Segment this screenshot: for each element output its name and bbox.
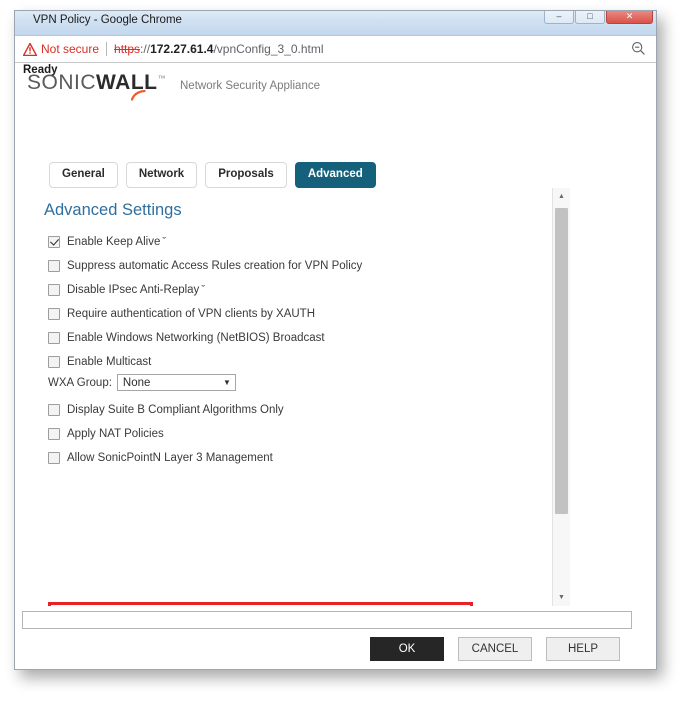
checkbox-sonicpointn-layer3[interactable] [48,452,60,464]
management-highlight-box [48,602,473,606]
vertical-scrollbar[interactable]: ▲ ▼ [552,188,570,606]
close-icon: ✕ [625,11,634,21]
scroll-up-arrow-icon[interactable]: ▲ [553,188,570,205]
url-separator: :// [140,42,151,56]
checkbox-enable-multicast[interactable] [48,356,60,368]
checkbox-netbios-broadcast[interactable] [48,332,60,344]
logo-swoosh-icon [130,83,146,101]
brand-row: SONICWALL™ Network Security Appliance [27,71,320,101]
checkbox-apply-nat-policies[interactable] [48,428,60,440]
checkbox-row-enable-keep-alive[interactable]: Enable Keep Alive ˇ [48,236,166,248]
scrollbar-thumb[interactable] [555,208,568,514]
checkbox-row-suite-b[interactable]: Display Suite B Compliant Algorithms Onl… [48,404,284,416]
checkbox-row-sonicpointn-layer3[interactable]: Allow SonicPointN Layer 3 Management [48,452,273,464]
cancel-button[interactable]: CANCEL [458,637,532,661]
checkbox-label-suite-b: Display Suite B Compliant Algorithms Onl… [67,404,284,416]
tab-network[interactable]: Network [125,162,198,188]
checkbox-label-suppress-access-rules: Suppress automatic Access Rules creation… [67,260,363,272]
help-button[interactable]: HELP [546,637,620,661]
url-divider [106,42,108,56]
ok-button[interactable]: OK [370,637,444,661]
checkbox-row-apply-nat-policies[interactable]: Apply NAT Policies [48,428,164,440]
minimize-button[interactable]: – [544,11,574,24]
logo-text-wall: WALL [96,71,158,94]
wxa-group-value: None [122,376,151,389]
page-title: Advanced Settings [44,201,182,219]
brand-subtitle: Network Security Appliance [180,80,320,92]
settings-scroll-pane: Advanced Settings Enable Keep Alive ˇ Su… [15,188,644,606]
url-text[interactable]: https://172.27.61.4/vpnConfig_3_0.html [114,42,324,56]
window-title: VPN Policy - Google Chrome [33,14,182,26]
checkbox-disable-ipsec-anti-replay[interactable] [48,284,60,296]
checkbox-label-require-xauth: Require authentication of VPN clients by… [67,308,316,320]
status-bar [22,611,632,629]
logo-trademark: ™ [157,74,166,83]
checkbox-enable-keep-alive[interactable] [48,236,60,248]
dialog-actions: OK CANCEL HELP [370,637,620,661]
url-host: 172.27.61.4 [150,42,214,56]
settings-form: Advanced Settings Enable Keep Alive ˇ Su… [15,188,536,606]
wxa-group-label: WXA Group: [48,376,112,389]
scroll-down-arrow-icon[interactable]: ▼ [553,589,570,606]
wxa-group-select[interactable]: None ▼ [116,374,236,391]
checkbox-row-require-xauth[interactable]: Require authentication of VPN clients by… [48,308,315,320]
browser-window: VPN Policy - Google Chrome – □ ✕ Not sec… [14,10,657,670]
superscript-marker-2: ˇ [201,284,205,296]
window-controls: – □ ✕ [544,11,653,24]
checkbox-label-netbios-broadcast: Enable Windows Networking (NetBIOS) Broa… [67,332,325,344]
chevron-down-icon: ▼ [223,378,231,387]
warning-triangle-icon [23,42,37,56]
checkbox-row-netbios-broadcast[interactable]: Enable Windows Networking (NetBIOS) Broa… [48,332,325,344]
wxa-group-row: WXA Group: None ▼ [48,374,236,391]
minimize-icon: – [556,11,562,21]
checkbox-label-enable-multicast: Enable Multicast [67,356,152,368]
checkbox-label-enable-keep-alive: Enable Keep Alive [67,236,161,248]
maximize-button[interactable]: □ [575,11,605,24]
checkbox-label-disable-ipsec-anti-replay: Disable IPsec Anti-Replay [67,284,200,296]
tab-general[interactable]: General [49,162,118,188]
checkbox-label-sonicpointn-layer3: Allow SonicPointN Layer 3 Management [67,452,273,464]
tab-proposals[interactable]: Proposals [205,162,287,188]
address-bar[interactable]: Not secure https://172.27.61.4/vpnConfig… [15,36,656,63]
zoom-out-icon[interactable] [631,41,646,56]
page-content: SONICWALL™ Network Security Appliance Ge… [15,63,656,669]
checkbox-require-xauth[interactable] [48,308,60,320]
status-text: Ready [23,64,58,76]
checkbox-row-disable-ipsec-anti-replay[interactable]: Disable IPsec Anti-Replay ˇ [48,284,205,296]
tab-advanced[interactable]: Advanced [294,162,376,188]
url-scheme: https [114,42,141,56]
title-bar: VPN Policy - Google Chrome – □ ✕ [15,11,656,36]
url-path: /vpnConfig_3_0.html [213,42,324,56]
tab-bar: General Network Proposals Advanced [49,162,376,188]
checkbox-label-apply-nat-policies: Apply NAT Policies [67,428,164,440]
superscript-marker-0: ˇ [162,236,167,248]
checkbox-row-enable-multicast[interactable]: Enable Multicast [48,356,151,368]
checkbox-suppress-access-rules[interactable] [48,260,60,272]
checkbox-row-suppress-access-rules[interactable]: Suppress automatic Access Rules creation… [48,260,362,272]
maximize-icon: □ [587,11,593,21]
close-button[interactable]: ✕ [606,11,653,24]
not-secure-label: Not secure [41,42,100,56]
checkbox-suite-b[interactable] [48,404,60,416]
